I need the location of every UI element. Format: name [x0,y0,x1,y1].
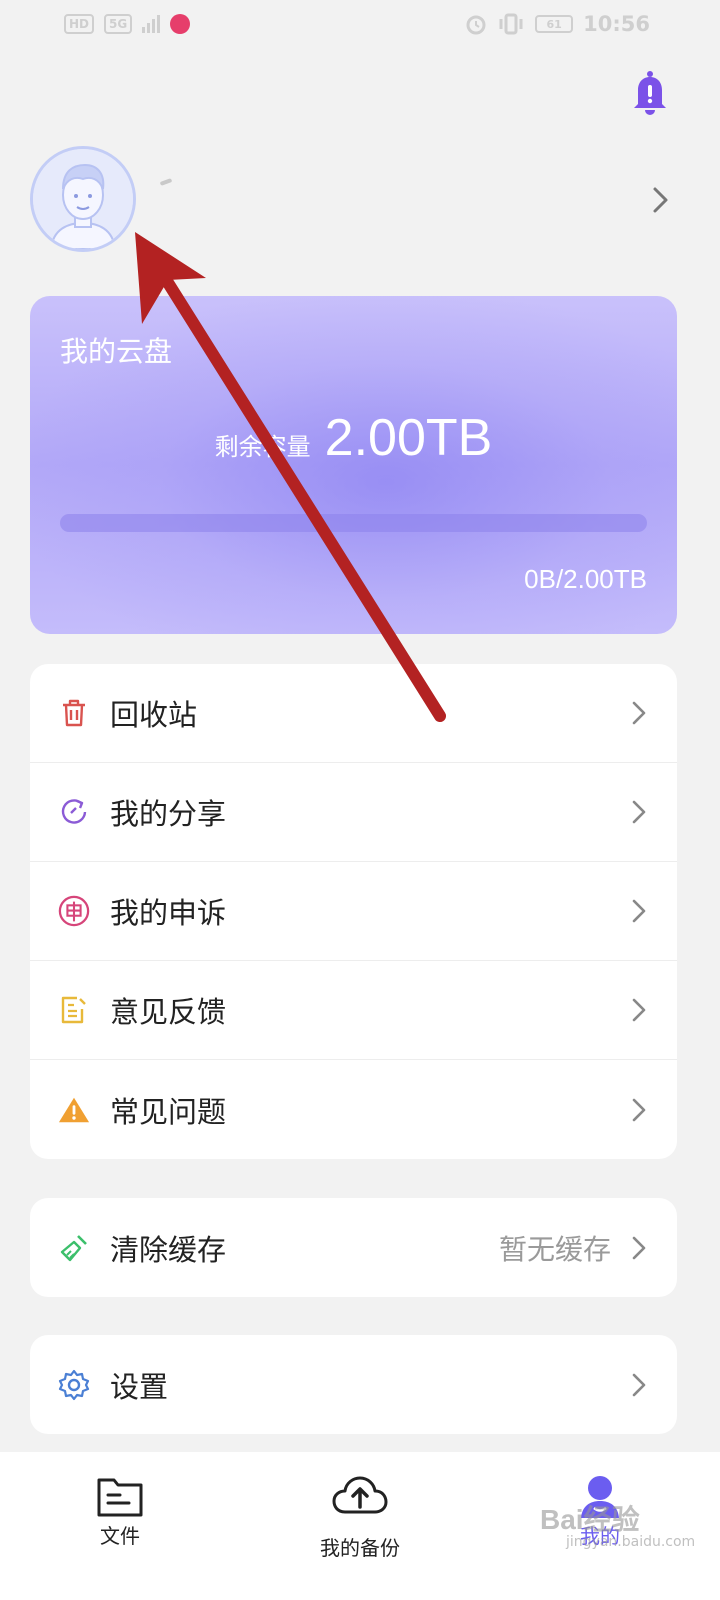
watermark: Bai经验 [540,1504,640,1535]
cloud-storage-card[interactable]: 我的云盘 剩余容量 2.00TB 0B/2.00TB [30,296,677,634]
chevron-right-icon [632,899,646,923]
cache-card: 清除缓存 暂无缓存 [30,1198,677,1297]
chevron-right-icon [632,800,646,824]
network-indicator: 5G [104,14,133,34]
menu-label: 意见反馈 [110,995,227,1029]
bell-icon[interactable] [632,70,668,116]
storage-progress-bar [60,514,647,532]
chevron-right-icon [632,701,646,725]
folder-icon [97,1478,143,1517]
chevron-right-icon[interactable] [652,186,670,214]
menu-label: 常见问题 [110,1094,227,1129]
user-avatar[interactable] [30,146,136,252]
alarm-icon [466,15,486,35]
cloud-title: 我的云盘 [60,335,173,368]
menu-item-faq[interactable]: 常见问题 [30,1060,677,1159]
watermark-url: jingyan.baidu.com [566,1534,696,1550]
menu-label: 设置 [110,1369,169,1404]
chevron-right-icon [632,1373,646,1396]
battery-icon: 61 [535,15,574,33]
tab-label: 文件 [100,1524,140,1548]
menu-label: 回收站 [110,698,198,732]
remaining-label: 剩余容量 [214,433,311,461]
warning-icon [58,1094,90,1126]
user-avatar-icon [33,149,133,249]
tab-backup[interactable]: 我的备份 [240,1452,480,1600]
profile-name-placeholder [159,178,173,186]
gear-icon [58,1369,90,1401]
menu-item-settings[interactable]: 设置 [30,1335,677,1434]
chevron-right-icon [632,1098,646,1121]
remaining-value: 2.00TB [324,409,493,467]
signal-icon [142,15,161,33]
vibrate-icon [499,13,523,35]
menu-label: 我的申诉 [110,896,227,930]
status-left: HD 5G [64,14,191,34]
status-bar: HD 5G 61 10:56 [0,0,720,48]
menu-item-appeal[interactable]: 我的申诉 [30,862,677,961]
menu-label: 我的分享 [110,797,227,831]
status-right: 61 10:56 [465,12,650,36]
feedback-icon [58,994,90,1026]
cloud-upload-icon [332,1476,388,1514]
menu-label: 清除缓存 [110,1232,227,1267]
share-icon [58,796,90,828]
tab-label: 我的备份 [320,1536,400,1560]
menu-card: 回收站 我的分享 我的申诉 意见反馈 常见问题 [30,664,677,1159]
menu-item-share[interactable]: 我的分享 [30,763,677,862]
trash-icon [58,697,90,729]
storage-usage: 0B/2.00TB [524,564,647,594]
menu-item-recycle[interactable]: 回收站 [30,664,677,763]
chevron-right-icon [632,998,646,1022]
cloud-remaining: 剩余容量 2.00TB [30,408,677,468]
status-time: 10:56 [583,12,650,36]
app-notification-icon [170,14,191,34]
cache-size: 暂无缓存 [498,1232,611,1266]
menu-item-feedback[interactable]: 意见反馈 [30,961,677,1060]
chevron-right-icon [632,1236,646,1259]
menu-item-clear-cache[interactable]: 清除缓存 暂无缓存 [30,1198,677,1297]
broom-icon [58,1232,90,1264]
hd-indicator: HD [64,14,95,34]
settings-card: 设置 [30,1335,677,1434]
appeal-icon [58,895,90,927]
tab-files[interactable]: 文件 [0,1452,240,1600]
